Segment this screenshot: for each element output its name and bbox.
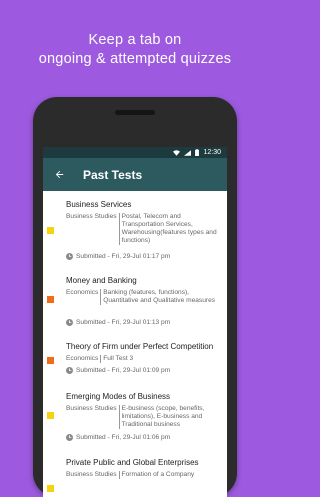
test-card-private-public-global[interactable]: Private Public and Global Enterprises Bu… — [43, 449, 227, 497]
test-meta: Economics Full Test 3 — [66, 355, 224, 363]
test-card-business-services[interactable]: Business Services Business Studies Posta… — [43, 191, 227, 268]
submitted-row: Submitted - Fri, 29-Jul 01:06 pm — [66, 434, 170, 441]
test-card-emerging-modes[interactable]: Emerging Modes of Business Business Stud… — [43, 383, 227, 450]
battery-icon — [195, 149, 200, 156]
test-title: Money and Banking — [66, 276, 137, 285]
phone-speaker — [115, 110, 155, 115]
test-meta: Business Studies Formation of a Company — [66, 471, 224, 479]
test-topic: Full Test 3 — [103, 355, 134, 362]
submitted-time: Submitted - Fri, 29-Jul 01:09 pm — [76, 367, 171, 374]
clock-icon — [66, 434, 73, 441]
test-card-money-and-banking[interactable]: Money and Banking Economics Banking (fea… — [43, 267, 227, 334]
phone-frame: 12:30 Past Tests Business Services Busin… — [33, 97, 237, 497]
test-title: Business Services — [66, 200, 132, 209]
subject-marker — [47, 296, 54, 303]
test-topic: Postal, Telecom and Transportation Servi… — [121, 213, 217, 244]
test-meta: Economics Banking (features, functions),… — [66, 289, 224, 305]
clock-icon — [66, 253, 73, 260]
subject-marker — [47, 227, 54, 234]
test-topic: Formation of a Company — [121, 471, 195, 478]
test-meta: Business Studies E-business (scope, bene… — [66, 405, 224, 429]
test-title: Theory of Firm under Perfect Competition — [66, 342, 214, 351]
submitted-row: Submitted - Fri, 29-Jul 01:09 pm — [66, 367, 170, 374]
subject-marker — [47, 485, 54, 492]
test-title: Private Public and Global Enterprises — [66, 458, 199, 467]
submitted-time: Submitted - Fri, 29-Jul 01:13 pm — [76, 319, 171, 326]
promo-line-2: ongoing & attempted quizzes — [38, 51, 232, 67]
clock-icon — [66, 367, 73, 374]
submitted-time: Submitted - Fri, 29-Jul 01:17 pm — [76, 253, 171, 260]
arrow-back-icon — [55, 170, 63, 179]
test-subject: Economics — [66, 355, 102, 363]
phone-screen: 12:30 Past Tests Business Services Busin… — [43, 147, 227, 497]
test-card-theory-of-firm[interactable]: Theory of Firm under Perfect Competition… — [43, 333, 227, 384]
signal-icon — [184, 149, 192, 156]
test-subject: Business Studies — [66, 405, 120, 429]
test-subject: Business Studies — [66, 471, 120, 479]
submitted-row: Submitted - Fri, 29-Jul 01:13 pm — [66, 319, 170, 326]
test-topic: E-business (scope, benefits, limitations… — [121, 405, 205, 428]
subject-marker — [47, 357, 54, 364]
status-time: 12:30 — [203, 149, 221, 156]
promo-line-1: Keep a tab on — [88, 32, 182, 48]
promo-heading: Keep a tab on ongoing & attempted quizze… — [0, 31, 270, 69]
app-bar: Past Tests — [43, 158, 227, 191]
test-subject: Economics — [66, 289, 102, 305]
clock-icon — [66, 319, 73, 326]
back-button[interactable] — [51, 167, 67, 183]
page-title: Past Tests — [83, 167, 143, 182]
test-subject: Business Studies — [66, 213, 120, 245]
test-meta: Business Studies Postal, Telecom and Tra… — [66, 213, 224, 245]
status-bar: 12:30 — [43, 147, 227, 158]
wifi-icon — [173, 149, 181, 156]
test-title: Emerging Modes of Business — [66, 392, 171, 401]
subject-marker — [47, 412, 54, 419]
test-topic: Banking (features, functions), Quantitat… — [103, 289, 216, 304]
submitted-time: Submitted - Fri, 29-Jul 01:06 pm — [76, 434, 171, 441]
submitted-row: Submitted - Fri, 29-Jul 01:17 pm — [66, 253, 170, 260]
